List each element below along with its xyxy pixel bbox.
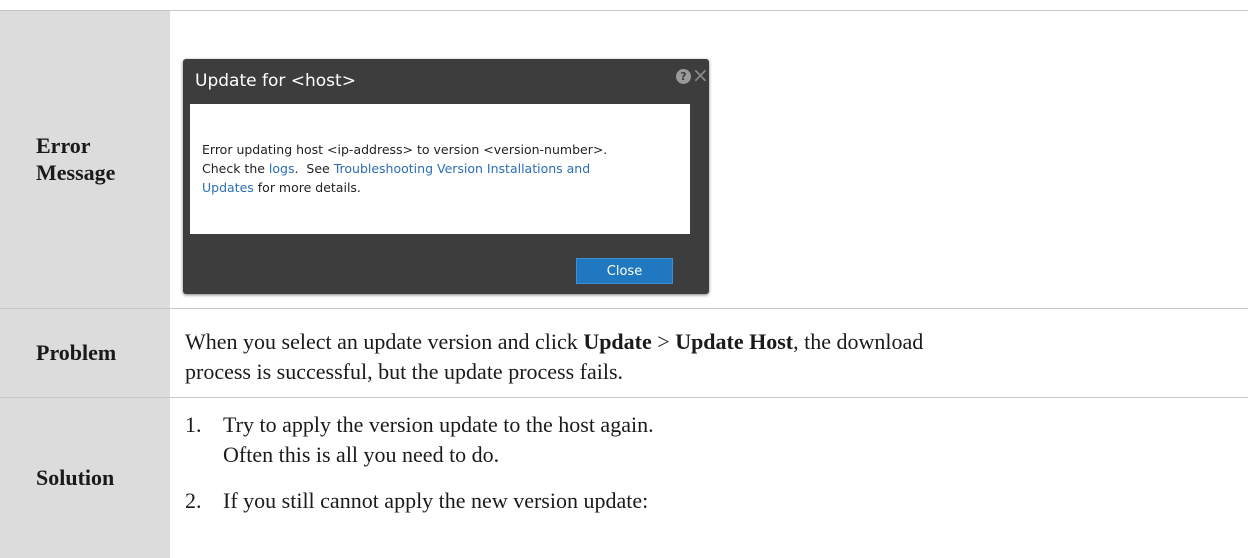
problem-label: Problem xyxy=(0,309,170,397)
problem-text: When you select an update version and cl… xyxy=(185,329,584,354)
check-text: Check the xyxy=(202,161,269,176)
step-1-number: 1. xyxy=(185,412,202,437)
problem-content: When you select an update version and cl… xyxy=(170,309,1248,397)
dialog-message: Error updating host <ip-address> to vers… xyxy=(190,104,690,234)
step-1-text: Try to apply the version update to the h… xyxy=(223,412,654,437)
solution-content: 1. Try to apply the version update to th… xyxy=(170,398,1248,558)
step-2-text: If you still cannot apply the new versio… xyxy=(223,488,649,513)
see-text: . See xyxy=(294,161,334,176)
error-message-row: Error Message Update for <host> ? × Erro… xyxy=(0,10,1248,309)
dialog-message-line3: Updates for more details. xyxy=(202,178,690,197)
solution-step-1: 1. Try to apply the version update to th… xyxy=(185,410,1248,440)
update-menu-term: Update xyxy=(583,329,652,354)
more-details-text: for more details. xyxy=(253,180,361,195)
dialog-message-line2: Check the logs. See Troubleshooting Vers… xyxy=(202,159,690,178)
dialog-message-line1: Error updating host <ip-address> to vers… xyxy=(202,142,608,157)
error-message-label: Error Message xyxy=(0,11,170,308)
solution-label: Solution xyxy=(0,398,170,558)
update-error-dialog: Update for <host> ? × Error updating hos… xyxy=(183,59,709,294)
logs-link[interactable]: logs xyxy=(269,161,295,176)
update-host-term: Update Host xyxy=(675,329,794,354)
error-message-content: Update for <host> ? × Error updating hos… xyxy=(170,11,1248,308)
solution-row: Solution 1. Try to apply the version upd… xyxy=(0,398,1248,558)
error-message-label-line2: Message xyxy=(36,159,116,185)
troubleshooting-link-part2[interactable]: Updates xyxy=(202,180,254,195)
problem-text-tail: , the download xyxy=(793,329,924,354)
error-message-label-line1: Error xyxy=(36,133,91,159)
step-2-number: 2. xyxy=(185,488,202,513)
problem-row: Problem When you select an update versio… xyxy=(0,309,1248,398)
troubleshooting-table: Error Message Update for <host> ? × Erro… xyxy=(0,10,1248,558)
step-1-subtext: Often this is all you need to do. xyxy=(223,442,500,467)
problem-line2: process is successful, but the update pr… xyxy=(185,359,624,384)
solution-step-2: 2. If you still cannot apply the new ver… xyxy=(185,486,1248,516)
troubleshooting-link-part1[interactable]: Troubleshooting Version Installations an… xyxy=(334,161,590,176)
problem-line1: When you select an update version and cl… xyxy=(185,327,1248,357)
menu-separator: > xyxy=(651,329,676,354)
close-icon[interactable]: × xyxy=(692,65,709,85)
dialog-title: Update for <host> xyxy=(195,71,356,91)
close-button[interactable]: Close xyxy=(576,258,673,284)
help-icon[interactable]: ? xyxy=(676,69,691,84)
